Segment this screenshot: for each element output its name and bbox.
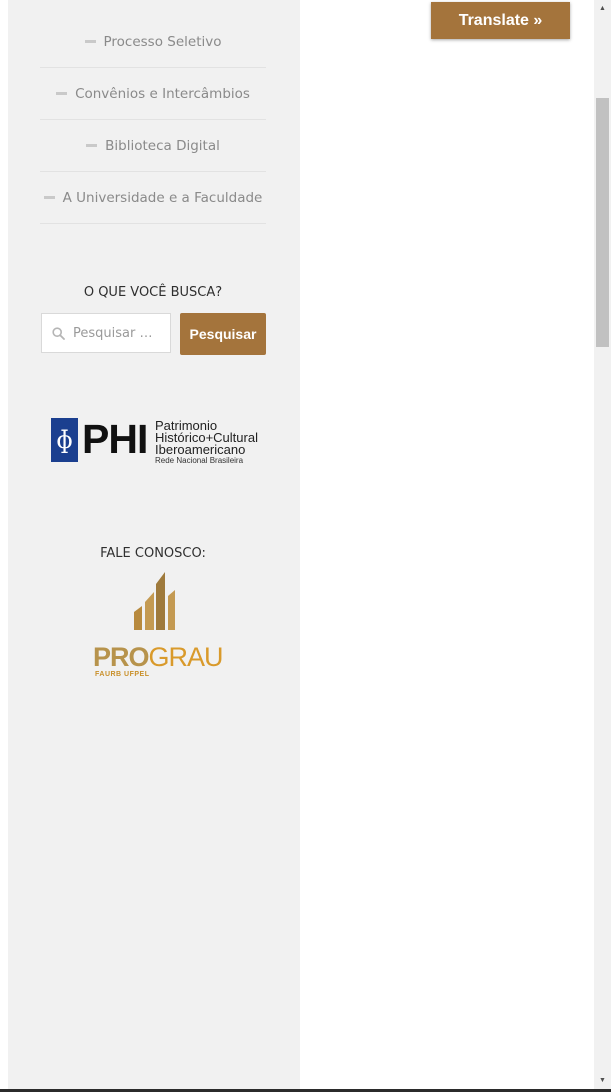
sidebar-item-biblioteca-digital[interactable]: Biblioteca Digital	[40, 120, 266, 172]
sidebar-menu: Processo Seletivo Convênios e Intercâmbi…	[40, 16, 266, 224]
prograu-subtitle: FAURB UFPEL	[95, 671, 150, 678]
dash-icon	[56, 92, 68, 95]
sidebar-item-label: A Universidade e a Faculdade	[62, 189, 263, 206]
page-left-edge	[0, 0, 8, 1092]
sidebar-item-processo-seletivo[interactable]: Processo Seletivo	[40, 16, 266, 68]
dash-icon	[84, 40, 96, 43]
dash-icon	[86, 144, 98, 147]
sidebar-item-label: Biblioteca Digital	[105, 137, 220, 154]
phi-logo-line3: Iberoamericano	[155, 442, 246, 457]
dash-icon	[43, 196, 55, 199]
phi-logo[interactable]: ɸ PHI Patrimonio Histórico+Cultural Iber…	[51, 416, 263, 472]
search-icon	[52, 326, 65, 340]
translate-button[interactable]: Translate »	[431, 2, 570, 39]
contact-widget-title: FALE CONOSCO:	[100, 546, 206, 561]
search-field[interactable]	[41, 313, 171, 353]
phi-logo-line4: Rede Nacional Brasileira	[155, 456, 244, 465]
search-button[interactable]: Pesquisar	[180, 313, 266, 355]
prograu-pro: PRO	[93, 642, 150, 672]
sidebar: Processo Seletivo Convênios e Intercâmbi…	[8, 0, 300, 1092]
search-widget-title: O QUE VOCÊ BUSCA?	[83, 285, 223, 300]
sidebar-item-universidade[interactable]: A Universidade e a Faculdade	[40, 172, 266, 224]
phi-logo-text: Patrimonio Histórico+Cultural Iberoameri…	[155, 419, 258, 466]
prograu-logo[interactable]: PROGRAU FAURB UFPEL	[91, 572, 224, 682]
sidebar-item-label: Convênios e Intercâmbios	[75, 85, 250, 102]
phi-symbol: ɸ	[51, 418, 78, 462]
scroll-up-arrow-icon[interactable]: ▲	[594, 0, 611, 17]
vertical-scrollbar[interactable]: ▲ ▼	[594, 0, 611, 1092]
scroll-thumb[interactable]	[596, 98, 609, 347]
prograu-mark-icon	[134, 572, 175, 630]
sidebar-item-convenios[interactable]: Convênios e Intercâmbios	[40, 68, 266, 120]
search-input[interactable]	[71, 324, 165, 342]
phi-logo-word: PHI	[82, 416, 148, 462]
prograu-grau: GRAU	[148, 642, 224, 672]
prograu-wordmark: PROGRAU	[93, 642, 224, 672]
scroll-down-arrow-icon[interactable]: ▼	[594, 1072, 611, 1089]
sidebar-item-label: Processo Seletivo	[103, 33, 222, 50]
